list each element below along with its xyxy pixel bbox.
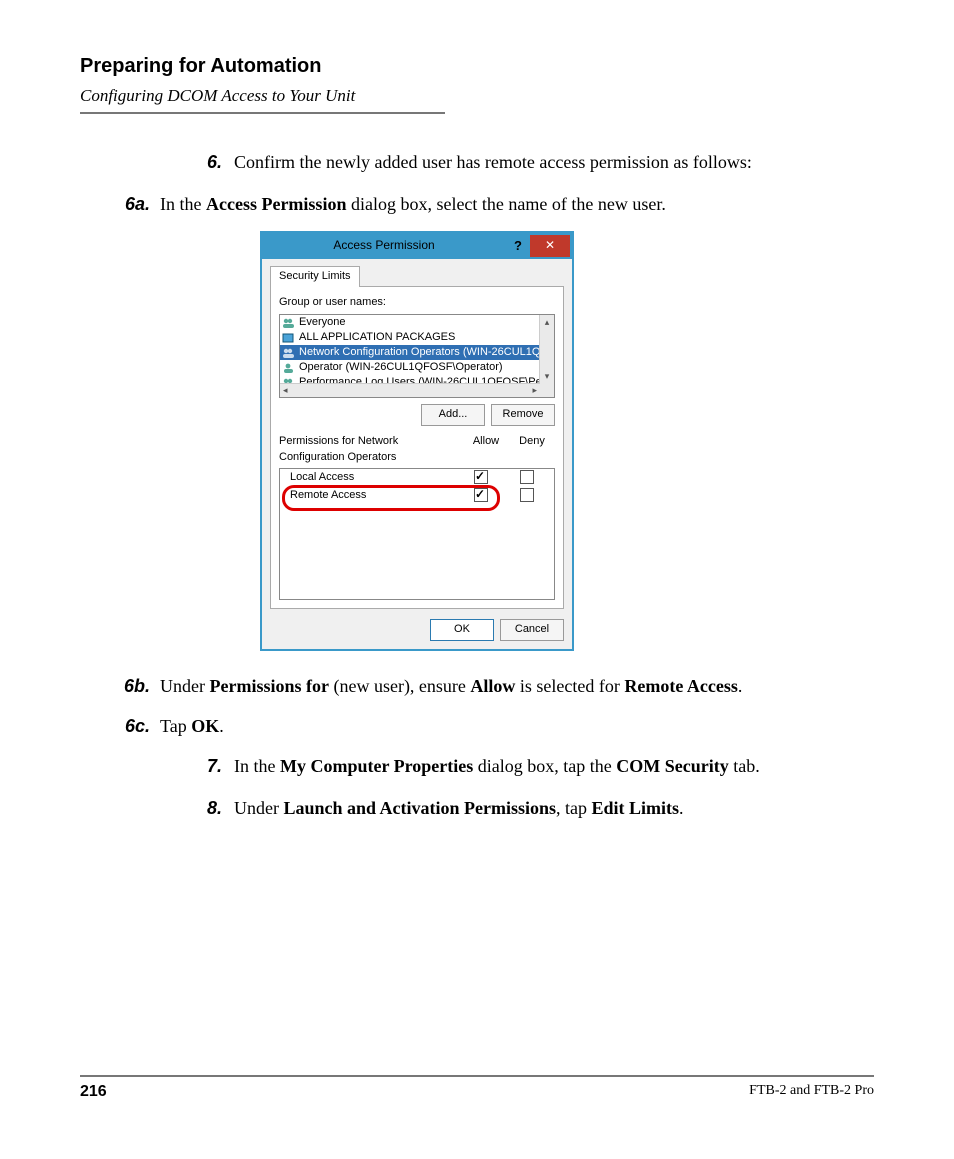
perm-name: Local Access [284,470,458,486]
t: dialog box, select the name of the new u… [346,194,665,214]
list-item[interactable]: ALL APPLICATION PACKAGES [280,330,540,345]
allow-local-checkbox[interactable] [474,470,488,484]
users-icon [282,317,296,329]
t: . [219,716,224,736]
substep-number: 6b. [114,673,160,699]
scroll-up-icon: ▴ [540,315,554,329]
perm-name: Remote Access [284,488,458,504]
horizontal-scrollbar[interactable]: ◂ ▸ [280,383,540,397]
scroll-down-icon: ▾ [540,369,554,383]
t: Tap [160,716,191,736]
access-permission-dialog: Access Permission ? ✕ Security Limits Gr… [260,231,574,651]
permissions-grid: Local Access Remote Access [279,468,555,600]
user-listbox[interactable]: Everyone ALL APPLICATION PACKAGES Networ… [279,314,555,398]
allow-remote-checkbox[interactable] [474,488,488,502]
titlebar: Access Permission ? ✕ [262,233,572,259]
t: OK [191,716,219,736]
t: Under [234,798,283,818]
t: is selected for [515,676,624,696]
list-item[interactable]: Operator (WIN-26CUL1QFOSF\Operator) [280,360,540,375]
step-text: Confirm the newly added user has remote … [234,149,874,175]
step-number: 8. [188,795,234,821]
dialog-body: Security Limits Group or user names: Eve… [262,259,572,649]
dialog-title: Access Permission [262,237,506,254]
ok-button[interactable]: OK [430,619,494,641]
deny-header: Deny [509,434,555,466]
list-item-label: ALL APPLICATION PACKAGES [299,330,455,345]
section-title: Configuring DCOM Access to Your Unit [80,86,874,106]
substep-number: 6c. [114,713,160,739]
substep-text: Tap OK. [160,713,874,739]
substep-number: 6a. [114,191,160,217]
group-label: Group or user names: [279,295,555,311]
user-icon [282,362,296,374]
t: (new user), ensure [329,676,470,696]
t: Launch and Activation Permissions [283,798,556,818]
cancel-button[interactable]: Cancel [500,619,564,641]
add-button[interactable]: Add... [421,404,485,426]
t: In the [160,194,206,214]
step-8: 8. Under Launch and Activation Permissio… [188,795,874,821]
t: Edit Limits [592,798,680,818]
close-button[interactable]: ✕ [530,235,570,257]
t: . [679,798,684,818]
t: Remote Access [624,676,737,696]
substep-text: Under Permissions for (new user), ensure… [160,673,874,699]
t: Under [160,676,209,696]
list-item-label: Everyone [299,315,345,330]
t: My Computer Properties [280,756,473,776]
perm-label: Configuration Operators [279,451,396,463]
package-icon [282,332,296,344]
remove-button[interactable]: Remove [491,404,555,426]
users-icon [282,347,296,359]
perm-label: Permissions for Network [279,435,398,447]
step-7: 7. In the My Computer Properties dialog … [188,753,874,779]
t: tab. [729,756,760,776]
help-button[interactable]: ? [506,237,530,256]
perm-row-remote: Remote Access [280,487,554,505]
page-number: 216 [80,1083,107,1101]
t: Access Permission [206,194,346,214]
t: dialog box, tap the [473,756,616,776]
allow-header: Allow [463,434,509,466]
permissions-header: Permissions for Network Configuration Op… [279,434,555,466]
tab-security-limits[interactable]: Security Limits [270,266,360,287]
step-text: Under Launch and Activation Permissions,… [234,795,874,821]
substep-text: In the Access Permission dialog box, sel… [160,191,874,217]
vertical-scrollbar[interactable]: ▴ ▾ [539,315,554,397]
step-6c: 6c. Tap OK. [114,713,874,739]
t: . [738,676,743,696]
footer-rule [80,1075,874,1077]
step-6: 6. Confirm the newly added user has remo… [188,149,874,175]
step-text: In the My Computer Properties dialog box… [234,753,874,779]
scroll-right-icon: ▸ [532,384,537,397]
t: In the [234,756,280,776]
scroll-left-icon: ◂ [283,384,288,397]
product-name: FTB-2 and FTB-2 Pro [749,1083,874,1101]
tab-panel: Group or user names: Everyone ALL APPLIC… [270,286,564,609]
deny-remote-checkbox[interactable] [520,488,534,502]
step-6a: 6a. In the Access Permission dialog box,… [114,191,874,217]
close-icon: ✕ [545,237,555,254]
t: , tap [556,798,592,818]
body-content: 6. Confirm the newly added user has remo… [80,149,874,821]
list-item-label: Operator (WIN-26CUL1QFOSF\Operator) [299,360,503,375]
header-rule [80,112,445,114]
chapter-title: Preparing for Automation [80,55,874,78]
step-number: 6. [188,149,234,175]
list-item[interactable]: Everyone [280,315,540,330]
step-number: 7. [188,753,234,779]
t: Allow [470,676,515,696]
t: Permissions for [209,676,328,696]
dialog-screenshot: Access Permission ? ✕ Security Limits Gr… [260,231,874,651]
page-footer: 216 FTB-2 and FTB-2 Pro [80,1067,874,1101]
list-item-label: Network Configuration Operators (WIN-26C… [299,345,540,360]
list-item-selected[interactable]: Network Configuration Operators (WIN-26C… [280,345,540,360]
deny-local-checkbox[interactable] [520,470,534,484]
step-6b: 6b. Under Permissions for (new user), en… [114,673,874,699]
t: COM Security [616,756,728,776]
perm-row-local: Local Access [280,469,554,487]
